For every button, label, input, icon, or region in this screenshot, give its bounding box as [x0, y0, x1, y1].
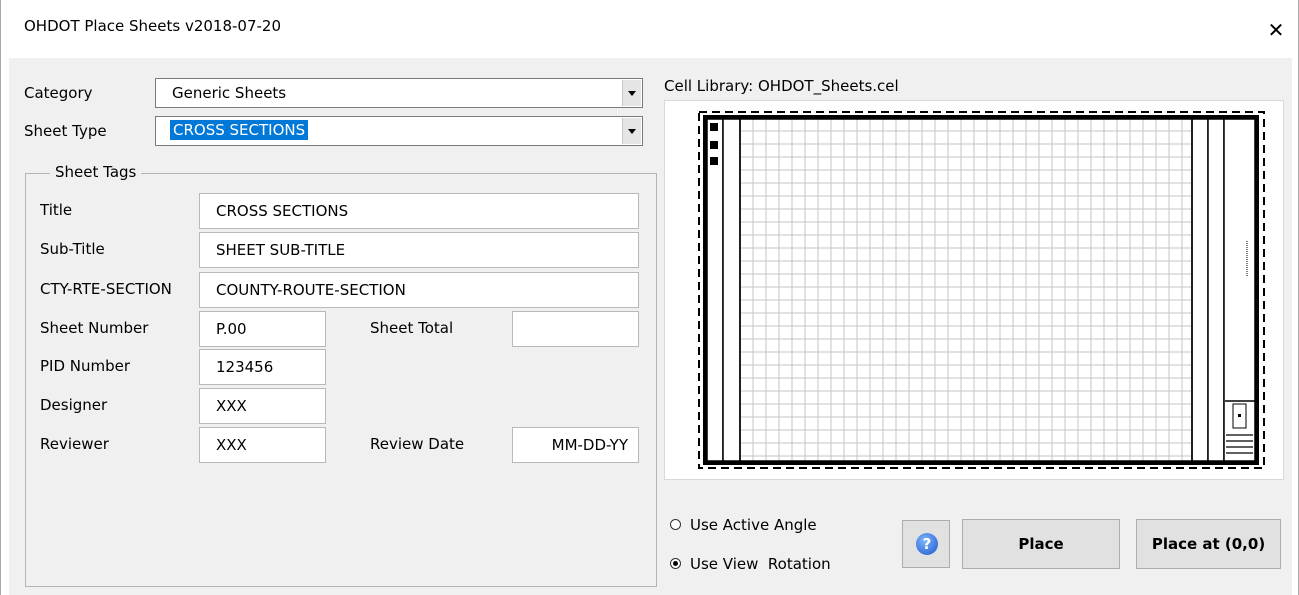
close-icon[interactable]: ✕	[1253, 10, 1299, 50]
right-title-strip	[1191, 118, 1209, 462]
cell-library-label: Cell Library: OHDOT_Sheets.cel	[664, 77, 899, 95]
sub-title-value: SHEET SUB-TITLE	[216, 241, 346, 259]
title-value: CROSS SECTIONS	[216, 202, 349, 220]
pid-number-value: 123456	[216, 358, 274, 376]
chevron-down-icon[interactable]	[622, 118, 641, 144]
dialog-body: Category Generic Sheets Sheet Type CROSS…	[9, 58, 1292, 595]
designer-value: XXX	[216, 397, 247, 415]
title-label: Title	[40, 201, 73, 219]
reviewer-label: Reviewer	[40, 435, 109, 453]
sheet-tags-group: Sheet Tags Title CROSS SECTIONS Sub-Titl…	[25, 163, 657, 587]
left-title-strip	[706, 118, 724, 462]
cty-rte-section-field[interactable]: COUNTY-ROUTE-SECTION	[199, 272, 639, 308]
sheet-border-drawing	[698, 111, 1265, 469]
radio-selected-icon	[670, 558, 681, 569]
title-field[interactable]: CROSS SECTIONS	[199, 193, 639, 229]
place-at-origin-button[interactable]: Place at (0,0)	[1136, 519, 1281, 569]
sheet-total-field[interactable]	[512, 311, 639, 347]
sheet-type-dropdown[interactable]: CROSS SECTIONS	[155, 116, 643, 146]
place-button[interactable]: Place	[962, 519, 1120, 569]
sub-title-label: Sub-Title	[40, 240, 105, 258]
title-block-dot	[1238, 414, 1241, 417]
left-strip-marker	[710, 123, 718, 131]
review-date-label: Review Date	[370, 435, 465, 453]
sub-title-field[interactable]: SHEET SUB-TITLE	[199, 232, 639, 268]
sheet-type-label: Sheet Type	[24, 122, 107, 140]
sheet-number-value: P.00	[216, 320, 247, 338]
designer-field[interactable]: XXX	[199, 388, 326, 424]
pid-number-field[interactable]: 123456	[199, 349, 326, 385]
reviewer-value: XXX	[216, 436, 247, 454]
sheet-total-label: Sheet Total	[370, 319, 454, 337]
designer-label: Designer	[40, 396, 108, 414]
sheet-number-field[interactable]: P.00	[199, 311, 326, 347]
radio-unselected-icon	[670, 519, 681, 530]
title-bar: OHDOT Place Sheets v2018-07-20 ✕	[0, 0, 1299, 58]
sheet-preview	[664, 100, 1284, 480]
window-title: OHDOT Place Sheets v2018-07-20	[24, 17, 282, 35]
use-active-angle-label: Use Active Angle	[690, 516, 817, 534]
left-title-strip	[722, 118, 741, 462]
category-value: Generic Sheets	[172, 84, 287, 102]
help-button[interactable]: ?	[902, 520, 950, 568]
use-view-rotation-label: Use View Rotation	[690, 555, 831, 573]
category-dropdown[interactable]: Generic Sheets	[155, 78, 643, 108]
review-date-field[interactable]: MM-DD-YY	[512, 427, 639, 463]
cty-rte-section-value: COUNTY-ROUTE-SECTION	[216, 281, 406, 299]
category-label: Category	[24, 84, 93, 102]
reviewer-field[interactable]: XXX	[199, 427, 326, 463]
pid-number-label: PID Number	[40, 357, 131, 375]
sheet-type-value: CROSS SECTIONS	[170, 120, 309, 140]
left-strip-marker	[710, 157, 718, 165]
question-circle-icon: ?	[916, 533, 938, 555]
sheet-number-label: Sheet Number	[40, 319, 149, 337]
left-strip-marker	[710, 141, 718, 149]
right-title-strip	[1207, 118, 1225, 462]
sheet-tags-title: Sheet Tags	[50, 163, 142, 181]
review-date-value: MM-DD-YY	[551, 436, 628, 454]
place-sheets-dialog: OHDOT Place Sheets v2018-07-20 ✕ Categor…	[0, 0, 1299, 595]
sheet-frame	[703, 115, 1259, 465]
chevron-down-icon[interactable]	[622, 80, 641, 106]
cty-rte-section-label: CTY-RTE-SECTION	[40, 280, 172, 298]
